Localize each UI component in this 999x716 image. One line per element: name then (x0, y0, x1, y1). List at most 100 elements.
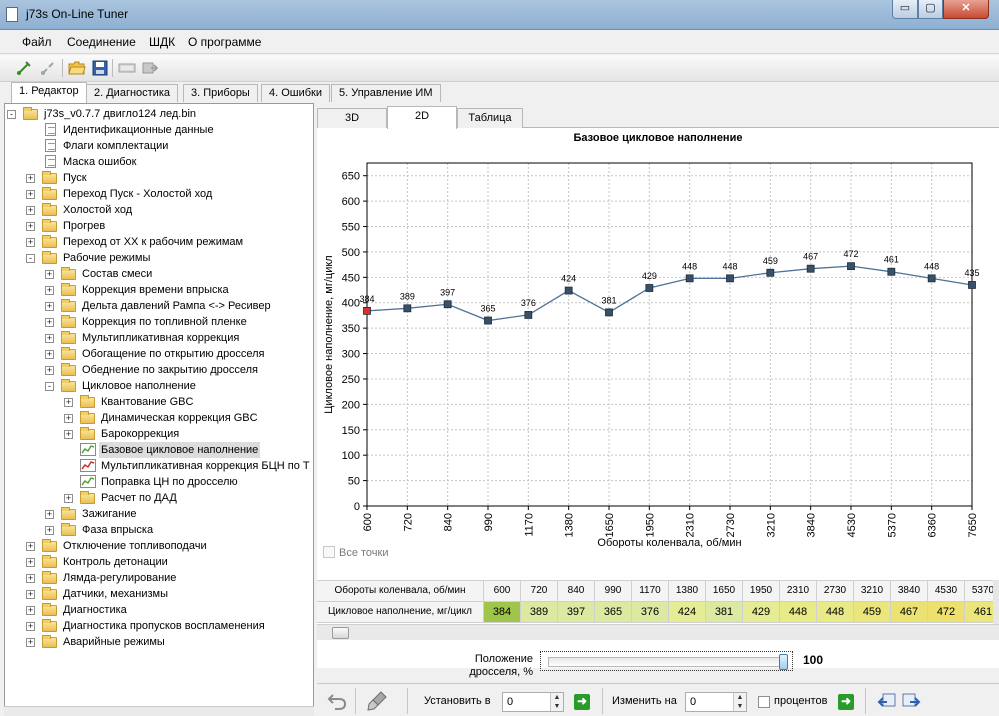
table-cell[interactable]: 448 (817, 602, 854, 623)
data-point[interactable] (766, 268, 775, 277)
table-cell[interactable]: 448 (780, 602, 817, 623)
import-icon[interactable] (875, 690, 899, 712)
tab-errors[interactable]: 4. Ошибки (261, 84, 331, 102)
expand-icon[interactable]: + (26, 174, 35, 183)
table-cell[interactable]: 472 (928, 602, 965, 623)
slider-knob[interactable] (779, 654, 788, 670)
data-point[interactable] (968, 281, 976, 289)
tab-diagnostics[interactable]: 2. Диагностика (86, 84, 179, 102)
collapse-icon[interactable]: - (45, 382, 54, 391)
menu-file[interactable]: Файл (22, 35, 52, 49)
set-value-up-icon[interactable]: ▲ (550, 693, 563, 702)
table-cell[interactable]: 376 (632, 602, 669, 623)
all-points-checkbox[interactable]: Все точки (323, 546, 389, 559)
tab-actuators[interactable]: 5. Управление ИМ (331, 84, 441, 102)
data-point[interactable] (927, 274, 936, 283)
change-value-up-icon[interactable]: ▲ (733, 693, 746, 702)
data-table[interactable]: Обороты коленвала, об/мин 600 720 840 990 117… (317, 580, 993, 624)
data-point[interactable] (524, 311, 533, 319)
expand-icon[interactable]: + (64, 430, 73, 439)
expand-icon[interactable]: + (64, 414, 73, 423)
maximize-button[interactable]: ▢ (918, 0, 943, 19)
expand-icon[interactable]: + (45, 510, 54, 519)
scroll-thumb[interactable] (332, 627, 349, 639)
data-point[interactable] (605, 308, 613, 317)
table-horizontal-scrollbar[interactable] (317, 624, 999, 640)
open-folder-icon[interactable] (66, 58, 88, 78)
close-button[interactable]: ✕ (943, 0, 989, 19)
menu-wideband[interactable]: ШДК (149, 35, 175, 49)
data-point[interactable] (887, 267, 896, 276)
apply-set-button[interactable]: ➜ (574, 694, 590, 710)
read-ecu-icon[interactable] (116, 58, 138, 78)
expand-icon[interactable]: + (64, 494, 73, 503)
data-point[interactable] (564, 286, 573, 295)
table-cell[interactable]: 429 (743, 602, 780, 623)
expand-icon[interactable]: + (45, 318, 54, 327)
table-cell[interactable]: 365 (595, 602, 632, 623)
parameter-tree[interactable]: - j73s_v0.7.7 двигло124 лед.bin Идентифика… (4, 103, 314, 716)
expand-icon[interactable]: + (26, 222, 35, 231)
tree-horizontal-scrollbar[interactable] (4, 706, 314, 716)
brush-icon[interactable] (365, 690, 389, 712)
tab-table[interactable]: Таблица (457, 108, 523, 128)
collapse-icon[interactable]: - (26, 254, 35, 263)
disconnect-icon[interactable] (37, 58, 59, 78)
export-icon[interactable] (899, 690, 923, 712)
expand-icon[interactable]: + (26, 606, 35, 615)
write-ecu-icon[interactable] (139, 58, 161, 78)
expand-icon[interactable]: + (26, 590, 35, 599)
table-cell[interactable]: 467 (891, 602, 928, 623)
menu-connection[interactable]: Соединение (67, 35, 136, 49)
table-cell[interactable]: 397 (558, 602, 595, 623)
collapse-icon[interactable]: - (7, 110, 16, 119)
expand-icon[interactable]: + (26, 622, 35, 631)
table-cell[interactable]: 459 (854, 602, 891, 623)
expand-icon[interactable]: + (26, 238, 35, 247)
menu-about[interactable]: О программе (188, 35, 261, 49)
expand-icon[interactable]: + (45, 302, 54, 311)
table-cell[interactable]: 381 (706, 602, 743, 623)
expand-icon[interactable]: + (26, 206, 35, 215)
expand-icon[interactable]: + (45, 270, 54, 279)
line-chart[interactable]: 0 50 100 150 200 250 300 350 400 450 500 550 600 650 6… (317, 128, 999, 548)
expand-icon[interactable]: + (26, 638, 35, 647)
set-value-down-icon[interactable]: ▼ (550, 702, 563, 711)
data-point[interactable] (847, 262, 855, 271)
expand-icon[interactable]: + (45, 526, 54, 535)
table-vertical-scrollbar[interactable] (993, 580, 999, 624)
apply-change-button[interactable]: ➜ (838, 694, 854, 710)
expand-icon[interactable]: + (45, 286, 54, 295)
data-point[interactable] (645, 284, 654, 292)
tab-editor[interactable]: 1. Редактор (11, 82, 87, 103)
expand-icon[interactable]: + (64, 398, 73, 407)
change-value-down-icon[interactable]: ▼ (733, 702, 746, 711)
set-value-input[interactable]: 0 ▲ ▼ (502, 692, 564, 712)
tab-2d[interactable]: 2D (387, 106, 457, 129)
data-point[interactable] (685, 274, 694, 283)
save-icon[interactable] (89, 58, 111, 78)
expand-icon[interactable]: + (45, 366, 54, 375)
data-point[interactable] (363, 306, 371, 315)
minimize-button[interactable]: ▭ (892, 0, 918, 19)
data-point[interactable] (806, 264, 815, 273)
data-point[interactable] (726, 274, 734, 283)
expand-icon[interactable]: + (45, 350, 54, 359)
tab-3d[interactable]: 3D (317, 108, 387, 128)
tab-gauges[interactable]: 3. Приборы (183, 84, 258, 102)
expand-icon[interactable]: + (45, 334, 54, 343)
table-cell[interactable]: 424 (669, 602, 706, 623)
all-points-checkbox-box[interactable] (323, 546, 335, 558)
data-point[interactable] (443, 300, 452, 309)
expand-icon[interactable]: + (26, 574, 35, 583)
expand-icon[interactable]: + (26, 542, 35, 551)
data-point[interactable] (403, 304, 412, 313)
table-cell[interactable]: 389 (521, 602, 558, 623)
table-cell[interactable]: 461 (965, 602, 993, 623)
table-cell[interactable]: 384 (484, 602, 521, 623)
connect-icon[interactable] (13, 58, 35, 78)
expand-icon[interactable]: + (26, 558, 35, 567)
percent-checkbox[interactable] (758, 696, 770, 708)
undo-icon[interactable] (325, 690, 349, 712)
throttle-slider[interactable] (540, 651, 793, 671)
